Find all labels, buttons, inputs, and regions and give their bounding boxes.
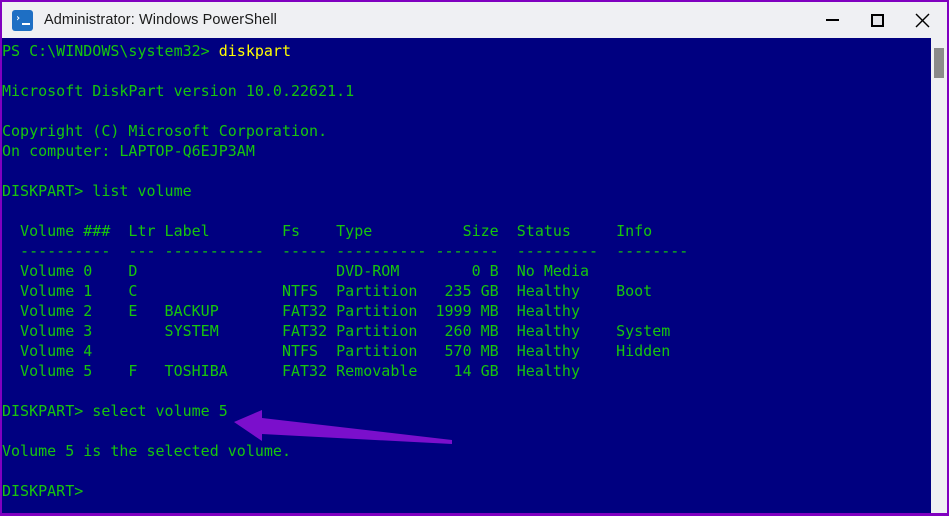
console-line: Volume 3 SYSTEM FAT32 Partition 260 MB H… [2,321,931,341]
console-scrollbar[interactable] [931,38,947,513]
console-line: DISKPART> select volume 5 [2,401,931,421]
close-button[interactable] [900,2,945,38]
minimize-icon [826,19,839,21]
powershell-window: › Administrator: Windows PowerShell PS C… [0,0,949,516]
console-text-segment: ---------- --- ----------- ----- -------… [2,242,689,260]
powershell-icon: › [12,9,33,31]
console-text-segment: Volume 0 D DVD-ROM 0 B No Media [2,262,589,280]
console-line: DISKPART> [2,481,931,501]
console-text-segment: Volume 2 E BACKUP FAT32 Partition 1999 M… [2,302,580,320]
scrollbar-thumb[interactable] [934,48,944,78]
console-text: PS C:\WINDOWS\system32> diskpart Microso… [2,41,931,501]
console-line: Copyright (C) Microsoft Corporation. [2,121,931,141]
console-line: Volume 2 E BACKUP FAT32 Partition 1999 M… [2,301,931,321]
powershell-icon-underscore [22,22,30,25]
console-text-segment: Microsoft DiskPart version 10.0.22621.1 [2,82,355,100]
console-line: Volume 5 F TOSHIBA FAT32 Removable 14 GB… [2,361,931,381]
console-text-segment: Copyright (C) Microsoft Corporation. [2,122,328,140]
console-line: Microsoft DiskPart version 10.0.22621.1 [2,81,931,101]
maximize-button[interactable] [855,2,900,38]
console-line: DISKPART> list volume [2,181,931,201]
console-text-segment: PS C:\WINDOWS\system32> [2,42,219,60]
console-line: ---------- --- ----------- ----- -------… [2,241,931,261]
console-text-segment: DISKPART> [2,482,84,500]
console-line: Volume ### Ltr Label Fs Type Size Status… [2,221,931,241]
console-line: On computer: LAPTOP-Q6EJP3AM [2,141,931,161]
console-output-area[interactable]: PS C:\WINDOWS\system32> diskpart Microso… [2,38,931,513]
console-line: Volume 4 NTFS Partition 570 MB Healthy H… [2,341,931,361]
close-icon [915,13,930,27]
window-title: Administrator: Windows PowerShell [44,12,277,28]
powershell-icon-chevron: › [15,12,22,24]
console-text-segment: Volume 5 is the selected volume. [2,442,291,460]
console-text-segment: On computer: LAPTOP-Q6EJP3AM [2,142,255,160]
console-text-segment: diskpart [218,42,291,60]
console-text-segment: Volume 1 C NTFS Partition 235 GB Healthy… [2,282,653,300]
console-text-segment: Volume 5 F TOSHIBA FAT32 Removable 14 GB… [2,362,580,380]
window-titlebar[interactable]: › Administrator: Windows PowerShell [2,2,947,38]
console-text-segment: DISKPART> select volume 5 [2,402,228,420]
console-line: Volume 0 D DVD-ROM 0 B No Media [2,261,931,281]
console-text-segment: Volume 4 NTFS Partition 570 MB Healthy H… [2,342,671,360]
console-line: PS C:\WINDOWS\system32> diskpart [2,41,931,61]
console-line: Volume 1 C NTFS Partition 235 GB Healthy… [2,281,931,301]
minimize-button[interactable] [810,2,855,38]
console-text-segment: DISKPART> list volume [2,182,192,200]
console-text-segment: Volume 3 SYSTEM FAT32 Partition 260 MB H… [2,322,671,340]
console-text-segment: Volume ### Ltr Label Fs Type Size Status… [2,222,653,240]
console-line: Volume 5 is the selected volume. [2,441,931,461]
maximize-icon [871,13,884,27]
